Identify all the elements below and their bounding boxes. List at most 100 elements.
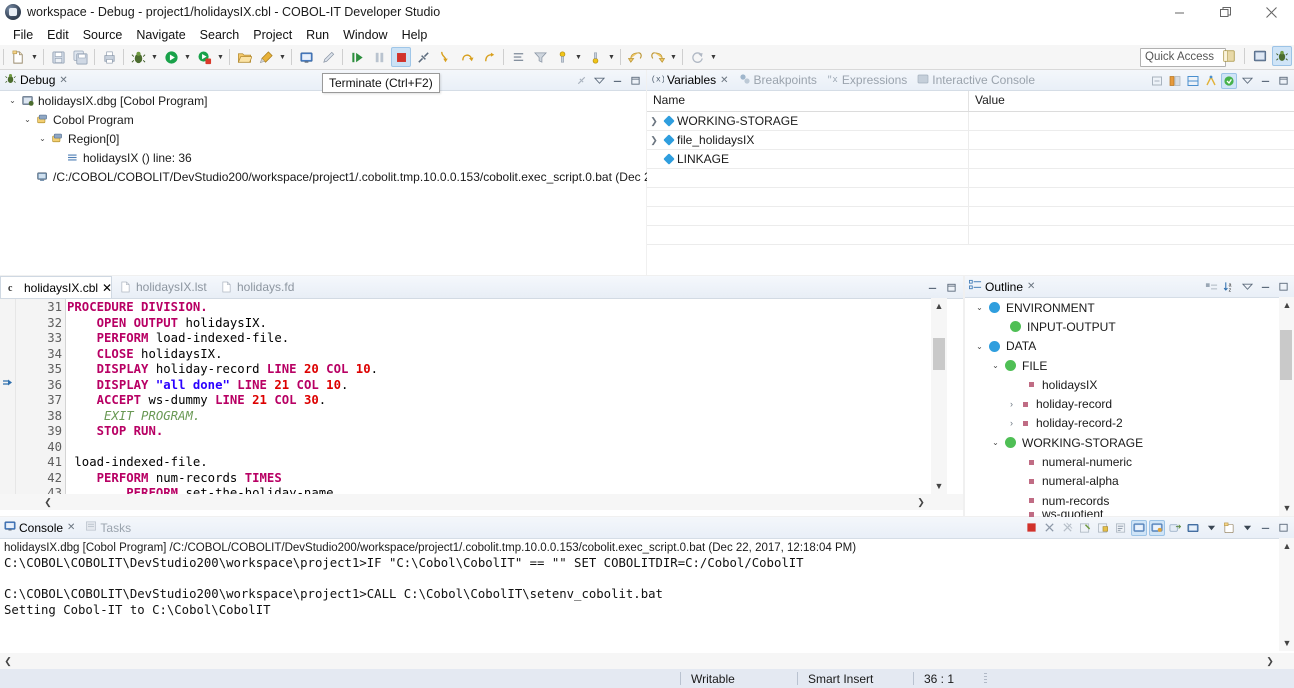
code-line[interactable]: PERFORM load-indexed-file. <box>67 331 931 347</box>
view-menu-icon[interactable] <box>1239 73 1255 89</box>
maximize-icon[interactable] <box>1275 73 1291 89</box>
clear-console-icon[interactable] <box>1077 520 1093 536</box>
menu-edit[interactable]: Edit <box>40 26 76 44</box>
scroll-left-icon[interactable]: ❮ <box>40 494 56 510</box>
chevron-down-icon[interactable]: ⌄ <box>989 438 1002 447</box>
code-line[interactable]: PERFORM num-records TIMES <box>67 471 931 487</box>
editor-vertical-scrollbar[interactable]: ▲ ▼ <box>931 298 947 494</box>
chevron-right-icon[interactable]: ❯ <box>647 135 661 146</box>
outline-item[interactable]: numeral-numeric <box>965 452 1294 471</box>
remove-all-terminated-icon[interactable] <box>1059 520 1075 536</box>
collapse-all-icon[interactable] <box>1149 73 1165 89</box>
word-wrap-icon[interactable] <box>1113 520 1129 536</box>
drop-to-frame-button[interactable] <box>508 47 528 67</box>
scroll-up-icon[interactable]: ▲ <box>931 298 947 314</box>
terminate-button[interactable] <box>391 47 411 67</box>
tab-outline[interactable]: Outline ✕ <box>965 276 1041 297</box>
close-button[interactable] <box>1248 0 1294 24</box>
debug-dropdown[interactable]: ▼ <box>149 47 160 67</box>
console-horizontal-scrollbar[interactable]: ❮ ❯ <box>0 653 1294 669</box>
minimize-icon[interactable] <box>1257 73 1273 89</box>
tab-variables-close[interactable]: ✕ <box>720 75 728 86</box>
run-button[interactable] <box>161 47 181 67</box>
menu-project[interactable]: Project <box>246 26 299 44</box>
outline-item[interactable]: numeral-alpha <box>965 472 1294 491</box>
outline-item[interactable]: holidaysIX <box>965 375 1294 394</box>
new-button[interactable] <box>8 47 28 67</box>
menu-run[interactable]: Run <box>299 26 336 44</box>
terminate-icon[interactable] <box>1023 520 1039 536</box>
scroll-right-icon[interactable]: ❯ <box>913 494 929 510</box>
step-into-button[interactable] <box>435 47 455 67</box>
scroll-up-icon[interactable]: ▲ <box>1279 297 1294 313</box>
minimize-icon[interactable] <box>1257 279 1273 295</box>
back-button[interactable] <box>625 47 645 67</box>
open-folder-button[interactable] <box>234 47 254 67</box>
scroll-thumb[interactable] <box>933 338 945 370</box>
debug-tree-row[interactable]: ⌄ Cobol Program <box>0 110 646 129</box>
table-row[interactable]: ❯ file_holidaysIX <box>647 131 1294 150</box>
variables-table[interactable]: ❯ WORKING-STORAGE ❯ file_holidaysIX <box>647 112 1294 253</box>
chevron-down-icon[interactable]: ⌄ <box>6 96 19 105</box>
minimize-button[interactable] <box>1156 0 1202 24</box>
code-line[interactable]: ACCEPT ws-dummy LINE 21 COL 30. <box>67 393 931 409</box>
layout-icon[interactable] <box>1167 73 1183 89</box>
last-edit-dropdown[interactable]: ▼ <box>708 47 719 67</box>
tab-outline-close[interactable]: ✕ <box>1027 281 1035 292</box>
print-button[interactable] <box>99 47 119 67</box>
display-selected-console-icon[interactable] <box>1167 520 1183 536</box>
code-line-comment[interactable]: EXIT PROGRAM. <box>67 409 931 425</box>
build-dropdown[interactable]: ▼ <box>277 47 288 67</box>
tab-expressions[interactable]: "x" Expressions <box>823 70 913 91</box>
chevron-down-icon[interactable]: ⌄ <box>21 115 34 124</box>
quick-access-input[interactable]: Quick Access <box>1140 48 1226 67</box>
code-line[interactable]: load-indexed-file. <box>67 455 931 471</box>
minimize-icon[interactable] <box>1257 520 1273 536</box>
outline-item[interactable]: › holiday-record <box>965 394 1294 413</box>
forward-button[interactable] <box>647 47 667 67</box>
tab-holidays-fd[interactable]: holidays.fd <box>214 276 306 298</box>
outline-item[interactable]: ⌄ WORKING-STORAGE <box>965 433 1294 452</box>
maximize-button[interactable] <box>1202 0 1248 24</box>
source-code[interactable]: PROCEDURE DIVISION. OPEN OUTPUT holidays… <box>67 299 931 495</box>
tab-variables[interactable]: (x) Variables ✕ <box>647 70 735 91</box>
outline-item[interactable]: num-records <box>965 491 1294 510</box>
refresh-icon[interactable] <box>1221 73 1237 89</box>
console-button[interactable] <box>296 47 316 67</box>
use-step-filters-button[interactable] <box>530 47 550 67</box>
build-button[interactable] <box>256 47 276 67</box>
tab-holidaysix-lst[interactable]: holidaysIX.lst <box>113 276 213 298</box>
table-row[interactable]: LINKAGE <box>647 150 1294 169</box>
previous-annotation-button[interactable] <box>585 47 605 67</box>
console-output[interactable]: holidaysIX.dbg [Cobol Program] /C:/COBOL… <box>0 538 1294 669</box>
maximize-icon[interactable] <box>1275 520 1291 536</box>
outline-vertical-scrollbar[interactable]: ▲ ▼ <box>1279 297 1294 516</box>
cobol-perspective-button[interactable] <box>1250 46 1270 66</box>
debug-button[interactable] <box>128 47 148 67</box>
remove-launch-icon[interactable] <box>1041 520 1057 536</box>
external-tools-dropdown[interactable]: ▼ <box>215 47 226 67</box>
outline-item[interactable]: ⌄ DATA <box>965 337 1294 356</box>
scroll-lock-icon[interactable] <box>1095 520 1111 536</box>
previous-annotation-dropdown[interactable]: ▼ <box>606 47 617 67</box>
chevron-down-icon[interactable]: ⌄ <box>973 342 986 351</box>
code-line-current[interactable]: DISPLAY "all done" LINE 21 COL 10. <box>67 378 931 394</box>
chevron-down-icon[interactable]: ⌄ <box>989 361 1002 370</box>
detail-pane-icon[interactable] <box>1185 73 1201 89</box>
tab-debug-close[interactable]: ✕ <box>59 75 67 86</box>
table-row[interactable]: ❯ WORKING-STORAGE <box>647 112 1294 131</box>
chevron-right-icon[interactable]: › <box>1005 399 1018 409</box>
tab-console[interactable]: Console ✕ <box>0 517 81 538</box>
menu-window[interactable]: Window <box>336 26 394 44</box>
maximize-icon[interactable] <box>943 279 959 295</box>
menu-search[interactable]: Search <box>193 26 247 44</box>
outline-item[interactable]: INPUT-OUTPUT <box>965 317 1294 336</box>
scroll-down-icon[interactable]: ▼ <box>1279 500 1294 516</box>
run-dropdown[interactable]: ▼ <box>182 47 193 67</box>
show-console-on-output-icon[interactable] <box>1131 520 1147 536</box>
console-dropdown-icon[interactable] <box>1203 520 1219 536</box>
maximize-icon[interactable] <box>627 73 643 89</box>
show-logical-structure-icon[interactable] <box>1203 73 1219 89</box>
sort-icon[interactable]: az <box>1221 279 1237 295</box>
code-line[interactable]: STOP RUN. <box>67 424 931 440</box>
